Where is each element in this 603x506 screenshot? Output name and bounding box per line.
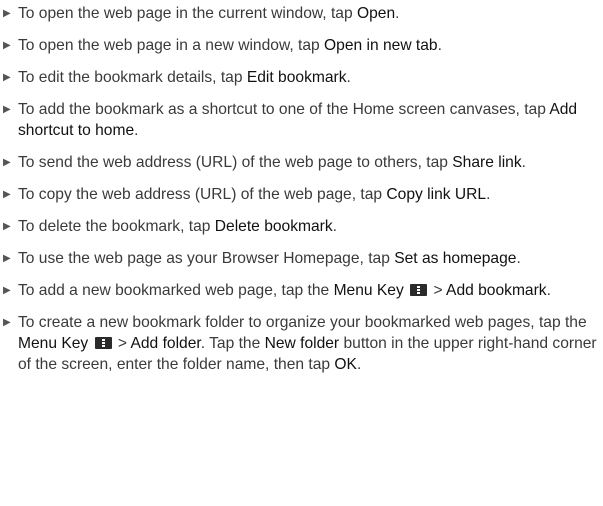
item-text: To add the bookmark as a shortcut to one… [18,101,550,118]
bullet-icon: ▶ [3,104,11,115]
item-text: . [395,5,400,22]
option-edit-bookmark-label: Edit bookmark [246,69,347,86]
item-text: To open the web page in the current wind… [18,5,357,22]
bullet-icon: ▶ [3,189,11,200]
item-text: To add a new bookmarked web page, tap th… [18,282,334,299]
list-item-open-in-new-tab: ▶ To open the web page in a new window, … [0,35,603,56]
item-text: . [521,154,526,171]
menu-key-label: Menu Key [333,282,404,299]
option-add-folder-label: Add folder [130,335,201,352]
manual-page: ▶ To open the web page in the current wi… [0,0,603,506]
list-item-add-folder: ▶ To create a new bookmark folder to org… [0,312,603,375]
list-item-edit-bookmark: ▶ To edit the bookmark details, tap Edit… [0,67,603,88]
list-item-add-bookmark: ▶ To add a new bookmarked web page, tap … [0,280,603,301]
item-text: To edit the bookmark details, tap [18,69,247,86]
item-text: > [113,335,131,352]
option-open-in-new-tab-label: Open in new tab [324,37,438,54]
bookmark-options-list: ▶ To open the web page in the current wi… [0,3,603,375]
menu-key-icon [94,337,112,349]
item-text: To send the web address (URL) of the web… [18,154,453,171]
menu-key-label: Menu Key [18,335,89,352]
item-text: . Tap the [200,335,265,352]
bullet-icon: ▶ [3,285,11,296]
item-text: > [429,282,447,299]
option-copy-link-url-label: Copy link URL [386,186,487,203]
item-text: . [437,37,442,54]
item-text: . [332,218,337,235]
option-open-label: Open [356,5,396,22]
item-text: To copy the web address (URL) of the web… [18,186,387,203]
bullet-icon: ▶ [3,253,11,264]
bullet-icon: ▶ [3,157,11,168]
item-text: . [134,122,139,139]
ok-label: OK [334,356,357,373]
item-text: To delete the bookmark, tap [18,218,215,235]
option-delete-bookmark-label: Delete bookmark [214,218,333,235]
bullet-icon: ▶ [3,72,11,83]
item-text: . [356,356,362,373]
option-set-as-homepage-label: Set as homepage [394,250,517,267]
menu-key-icon [410,284,428,296]
new-folder-button-label: New folder [264,335,340,352]
bullet-icon: ▶ [3,40,11,51]
list-item-share-link: ▶ To send the web address (URL) of the w… [0,152,603,173]
item-text: To create a new bookmark folder to organ… [18,314,587,331]
list-item-set-as-homepage: ▶ To use the web page as your Browser Ho… [0,248,603,269]
list-item-delete-bookmark: ▶ To delete the bookmark, tap Delete boo… [0,216,603,237]
list-item-copy-link-url: ▶ To copy the web address (URL) of the w… [0,184,603,205]
list-item-add-shortcut: ▶ To add the bookmark as a shortcut to o… [0,99,603,141]
bullet-icon: ▶ [3,317,11,328]
item-text: To open the web page in a new window, ta… [18,37,325,54]
item-text: To use the web page as your Browser Home… [18,250,395,267]
list-item-open: ▶ To open the web page in the current wi… [0,3,603,24]
item-text: . [346,69,351,86]
option-share-link-label: Share link [452,154,522,171]
item-text: . [546,282,551,299]
option-add-bookmark-label: Add bookmark [446,282,547,299]
item-text: . [516,250,521,267]
bullet-icon: ▶ [3,8,11,19]
bullet-icon: ▶ [3,221,11,232]
item-text: . [486,186,491,203]
